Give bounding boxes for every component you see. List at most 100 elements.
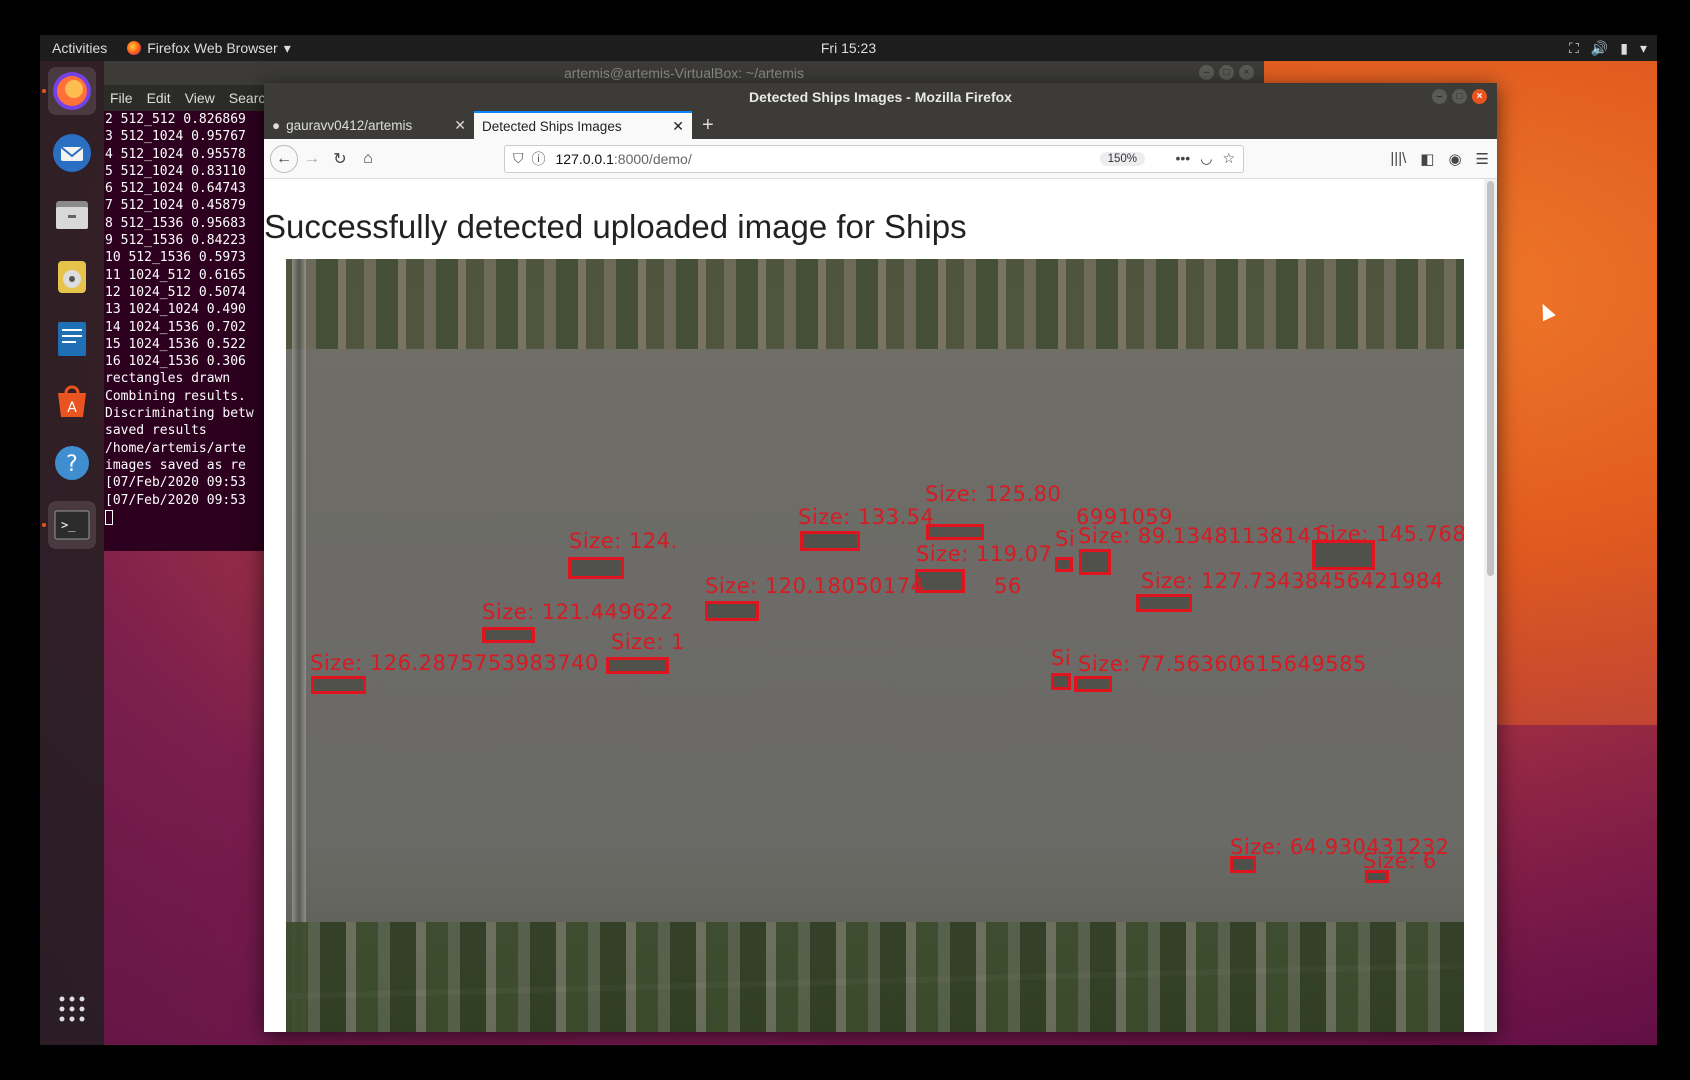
dock-files[interactable]	[48, 191, 96, 239]
activities-button[interactable]: Activities	[40, 40, 119, 56]
detection-box	[705, 601, 759, 621]
close-tab-icon[interactable]: ✕	[672, 118, 684, 135]
hamburger-menu-icon[interactable]: ☰	[1476, 150, 1489, 168]
sidebar-icon[interactable]: ◧	[1420, 150, 1434, 168]
close-button[interactable]: ×	[1239, 65, 1254, 80]
detection-box	[800, 531, 860, 551]
tab-label: gauravv0412/artemis	[286, 117, 413, 133]
new-tab-button[interactable]: +	[692, 111, 724, 139]
tab-detected-ships[interactable]: Detected Ships Images ✕	[474, 111, 692, 139]
dock-rhythmbox[interactable]	[48, 253, 96, 301]
detection-label: Si	[1055, 527, 1076, 551]
svg-text:A: A	[67, 400, 77, 416]
page-scrollbar[interactable]	[1484, 179, 1497, 1032]
detection-box	[1074, 676, 1112, 692]
running-indicator	[42, 89, 46, 93]
detection-label: Size: 89.13481138141	[1078, 524, 1326, 548]
dock-help[interactable]: ?	[48, 439, 96, 487]
detection-box	[1051, 673, 1071, 690]
detection-box	[926, 524, 984, 540]
forward-button[interactable]: →	[298, 145, 326, 173]
navigation-bar: ← → ↻ ⌂ ⛉ ⓘ 127.0.0.1:8000/demo/ 150% ••…	[264, 139, 1497, 179]
system-tray[interactable]: ⛶ 🔊 ▮ ▾	[1569, 40, 1647, 57]
info-icon[interactable]: ⓘ	[532, 149, 546, 169]
detection-label: Size: 127.73438456421984	[1141, 569, 1444, 593]
clock[interactable]: Fri 15:23	[821, 40, 876, 56]
detection-box	[1136, 594, 1192, 612]
home-button[interactable]: ⌂	[354, 145, 382, 173]
rhythmbox-icon	[58, 261, 86, 293]
url-path: :8000/demo/	[613, 150, 692, 167]
chevron-down-icon: ▾	[283, 39, 291, 56]
app-menu[interactable]: Firefox Web Browser ▾	[119, 39, 291, 57]
detection-box	[1230, 856, 1256, 873]
tab-label: Detected Ships Images	[482, 118, 622, 134]
shoreline-top	[286, 259, 1464, 349]
detection-box	[482, 627, 535, 643]
detection-label: Size: 77.56360615649585	[1078, 652, 1367, 676]
detection-box	[1365, 870, 1389, 883]
detection-box	[606, 657, 669, 674]
terminal-titlebar[interactable]: artemis@artemis-VirtualBox: ~/artemis – …	[104, 61, 1264, 85]
shield-icon[interactable]: ⛉	[513, 150, 524, 167]
detection-label: Size: 121.449622	[482, 600, 674, 624]
url-bar[interactable]: ⛉ ⓘ 127.0.0.1:8000/demo/ 150% ••• ◡ ☆	[504, 144, 1244, 173]
page-actions-icon[interactable]: •••	[1176, 150, 1191, 167]
library-icon[interactable]: |||\	[1390, 150, 1406, 168]
running-indicator	[42, 523, 46, 527]
detection-label: Size: 126.2875753983740	[310, 651, 599, 675]
scrollbar-thumb[interactable]	[1487, 181, 1494, 576]
detection-label: 56	[994, 574, 1022, 598]
firefox-icon	[127, 41, 142, 55]
account-icon[interactable]: ◉	[1448, 150, 1461, 168]
svg-text:>_: >_	[61, 518, 76, 532]
detection-box	[1055, 557, 1073, 572]
bridge	[292, 259, 306, 1032]
menu-view[interactable]: View	[185, 90, 215, 106]
app-menu-label: Firefox Web Browser	[147, 40, 278, 56]
detection-label: Size: 125.80	[925, 482, 1062, 506]
help-icon: ?	[55, 446, 89, 480]
dock-software[interactable]: A	[48, 377, 96, 425]
detection-label: Size: 120.18050174	[705, 574, 925, 598]
close-button[interactable]: ×	[1472, 89, 1487, 104]
window-title: Detected Ships Images - Mozilla Firefox	[749, 89, 1012, 105]
firefox-titlebar[interactable]: Detected Ships Images - Mozilla Firefox …	[264, 83, 1497, 111]
tab-strip: ● gauravv0412/artemis ✕ Detected Ships I…	[264, 111, 1497, 139]
terminal-cursor	[105, 509, 113, 525]
dock: A ? >_	[40, 61, 104, 1045]
zoom-indicator[interactable]: 150%	[1099, 151, 1145, 166]
reload-button[interactable]: ↻	[326, 145, 354, 173]
firefox-window[interactable]: Detected Ships Images - Mozilla Firefox …	[264, 83, 1497, 1032]
dock-terminal[interactable]: >_	[48, 501, 96, 549]
menu-file[interactable]: File	[110, 90, 133, 106]
top-bar: Activities Firefox Web Browser ▾ Fri 15:…	[40, 35, 1657, 61]
writer-icon	[58, 322, 86, 356]
maximize-button[interactable]: □	[1452, 89, 1467, 104]
apps-grid-icon	[59, 996, 85, 1022]
detection-label: Size: 1	[611, 630, 685, 654]
close-tab-icon[interactable]: ✕	[454, 117, 466, 134]
dock-firefox[interactable]	[48, 67, 96, 115]
maximize-button[interactable]: □	[1219, 65, 1234, 80]
minimize-button[interactable]: –	[1432, 89, 1447, 104]
pocket-icon[interactable]: ◡	[1200, 150, 1212, 167]
menu-edit[interactable]: Edit	[147, 90, 171, 106]
page-heading: Successfully detected uploaded image for…	[264, 208, 967, 245]
page-content: Successfully detected uploaded image for…	[264, 179, 1484, 1032]
volume-icon: 🔊	[1590, 39, 1609, 56]
network-icon: ⛶	[1569, 39, 1579, 56]
dock-thunderbird[interactable]	[48, 129, 96, 177]
show-applications-button[interactable]	[48, 985, 96, 1033]
back-button[interactable]: ←	[270, 144, 298, 173]
thunderbird-icon	[53, 134, 91, 172]
software-icon: A	[58, 385, 86, 417]
terminal-icon: >_	[54, 510, 90, 540]
tab-github[interactable]: ● gauravv0412/artemis ✕	[264, 111, 474, 139]
minimize-button[interactable]: –	[1199, 65, 1214, 80]
battery-icon: ▮	[1620, 39, 1628, 56]
shoreline-bottom	[286, 922, 1464, 1032]
detection-result-image: Size: 125.80 Size: 133.54 6991059 Size: 124…	[286, 259, 1464, 1032]
bookmark-star-icon[interactable]: ☆	[1222, 150, 1235, 167]
dock-writer[interactable]	[48, 315, 96, 363]
